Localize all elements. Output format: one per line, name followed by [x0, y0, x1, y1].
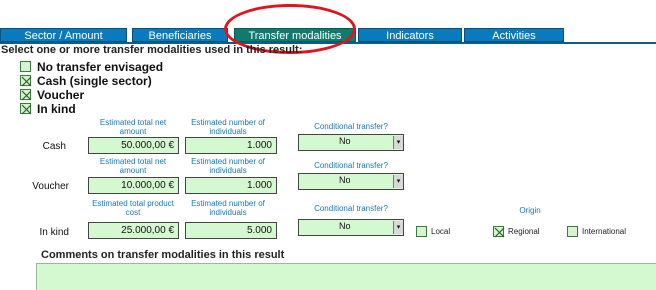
origin-label: International — [582, 226, 627, 236]
comments-textarea[interactable] — [36, 263, 656, 290]
modality-no-transfer[interactable]: No transfer envisaged — [20, 59, 164, 74]
cash-amount-field[interactable]: 50.000,00 € — [88, 137, 179, 154]
cash-conditional-value: No — [339, 136, 351, 146]
checkbox-checked-icon[interactable] — [20, 89, 32, 101]
checkbox-icon[interactable] — [567, 225, 578, 237]
comments-title: Comments on transfer modalities in this … — [41, 249, 285, 261]
origin-label: Local — [431, 226, 451, 236]
tab-sector-amount[interactable]: Sector / Amount — [0, 28, 127, 42]
cash-amount-header: Estimated total net amount — [99, 118, 167, 136]
modality-label: Voucher — [37, 87, 85, 102]
origin-regional[interactable]: Regional — [493, 225, 540, 237]
origin-label: Regional — [508, 226, 540, 236]
modality-cash[interactable]: Cash (single sector) — [20, 73, 152, 88]
voucher-conditional-select[interactable]: No ▾ — [298, 173, 404, 190]
voucher-conditional-header: Conditional transfer? — [314, 161, 388, 170]
instruction-text: Select one or more transfer modalities u… — [1, 44, 303, 56]
checkbox-icon[interactable] — [20, 61, 31, 72]
checkbox-checked-icon[interactable] — [493, 225, 505, 237]
tab-transfer-modalities[interactable]: Transfer modalities — [234, 28, 356, 42]
cash-conditional-header: Conditional transfer? — [314, 122, 388, 131]
inkind-conditional-select[interactable]: No ▾ — [298, 219, 404, 236]
inkind-conditional-header: Conditional transfer? — [314, 204, 388, 213]
inkind-amount-header: Estimated total product cost — [92, 199, 174, 217]
modality-label: In kind — [37, 101, 76, 116]
inkind-amount-field[interactable]: 25.000,00 € — [88, 222, 179, 239]
dropdown-arrow-icon[interactable]: ▾ — [393, 221, 403, 234]
inkind-row-label: In kind — [39, 227, 69, 238]
modality-label: Cash (single sector) — [37, 73, 152, 88]
voucher-individuals-field[interactable]: 1.000 — [185, 177, 277, 194]
cash-conditional-select[interactable]: No ▾ — [298, 134, 404, 151]
tab-activities[interactable]: Activities — [464, 28, 564, 42]
voucher-amount-field[interactable]: 10.000,00 € — [88, 177, 179, 194]
inkind-individuals-header: Estimated number of individuals — [191, 199, 265, 217]
dropdown-arrow-icon[interactable]: ▾ — [393, 136, 403, 149]
checkbox-checked-icon[interactable] — [20, 75, 32, 87]
checkbox-checked-icon[interactable] — [20, 103, 32, 115]
tab-beneficiaries[interactable]: Beneficiaries — [132, 28, 228, 42]
checkbox-icon[interactable] — [416, 225, 427, 237]
modality-label: No transfer envisaged — [37, 59, 164, 74]
inkind-conditional-value: No — [339, 221, 351, 231]
tab-indicators[interactable]: Indicators — [358, 28, 462, 42]
modality-in-kind[interactable]: In kind — [20, 101, 76, 116]
inkind-individuals-field[interactable]: 5.000 — [185, 222, 277, 239]
voucher-row-label: Voucher — [32, 181, 69, 192]
origin-local[interactable]: Local — [416, 225, 450, 237]
voucher-amount-header: Estimated total net amount — [99, 157, 167, 175]
dropdown-arrow-icon[interactable]: ▾ — [393, 175, 403, 188]
inkind-origin-header: Origin — [519, 206, 541, 215]
cash-individuals-header: Estimated number of individuals — [191, 118, 265, 136]
cash-row-label: Cash — [42, 141, 66, 152]
voucher-conditional-value: No — [339, 175, 351, 185]
origin-international[interactable]: International — [567, 225, 626, 237]
cash-individuals-field[interactable]: 1.000 — [185, 137, 277, 154]
modality-voucher[interactable]: Voucher — [20, 87, 85, 102]
voucher-individuals-header: Estimated number of individuals — [191, 157, 265, 175]
